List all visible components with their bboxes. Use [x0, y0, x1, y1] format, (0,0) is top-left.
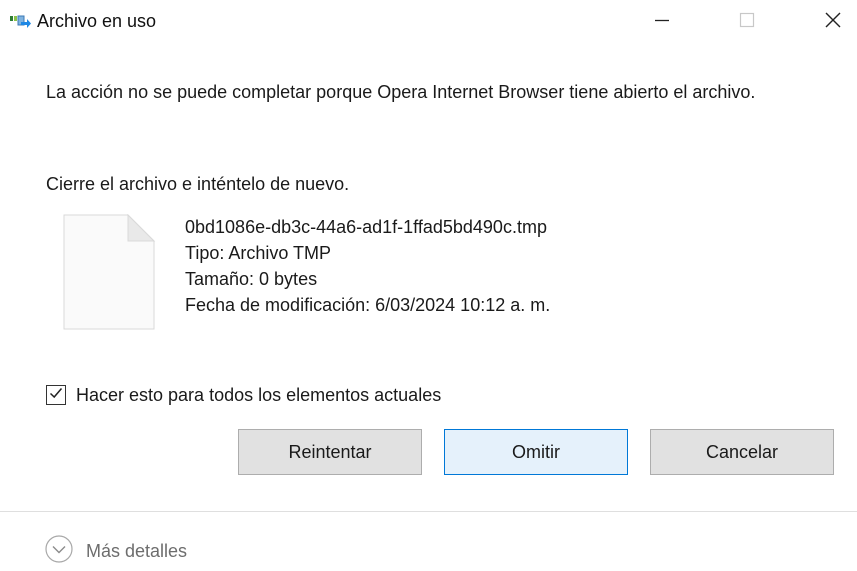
minimize-button[interactable]: [639, 0, 685, 44]
more-details-toggle[interactable]: Más detalles: [44, 534, 188, 569]
more-details-label: Más detalles: [86, 540, 188, 561]
file-details: 0bd1086e-db3c-44a6-ad1f-1ffad5bd490c.tmp…: [185, 214, 550, 318]
maximize-icon: [739, 12, 755, 33]
close-button[interactable]: [810, 0, 856, 44]
apply-to-all-checkbox[interactable]: Hacer esto para todos los elementos actu…: [46, 381, 441, 409]
minimize-icon: [654, 12, 670, 33]
chevron-down-circle-icon: [44, 534, 74, 569]
retry-button[interactable]: Reintentar: [238, 429, 422, 475]
file-name: 0bd1086e-db3c-44a6-ad1f-1ffad5bd490c.tmp: [185, 217, 547, 237]
checkbox-label: Hacer esto para todos los elementos actu…: [76, 384, 442, 405]
cancel-button[interactable]: Cancelar: [650, 429, 834, 475]
file-modified: Fecha de modificación: 6/03/2024 10:12 a…: [185, 295, 551, 315]
file-move-icon: [10, 14, 32, 30]
checkbox-box[interactable]: [46, 385, 66, 405]
file-type: Tipo: Archivo TMP: [185, 243, 332, 263]
window-title: Archivo en uso: [37, 11, 157, 31]
close-icon: [824, 11, 842, 34]
skip-button[interactable]: Omitir: [444, 429, 628, 475]
file-size: Tamaño: 0 bytes: [185, 269, 318, 289]
maximize-button[interactable]: [724, 0, 770, 44]
dialog-instruction: Cierre el archivo e inténtelo de nuevo.: [46, 174, 350, 194]
checkmark-icon: [48, 385, 64, 406]
title-bar: Archivo en uso: [0, 0, 857, 46]
footer-divider: [0, 511, 857, 512]
dialog-message: La acción no se puede completar porque O…: [46, 82, 756, 102]
document-icon: [62, 213, 156, 330]
